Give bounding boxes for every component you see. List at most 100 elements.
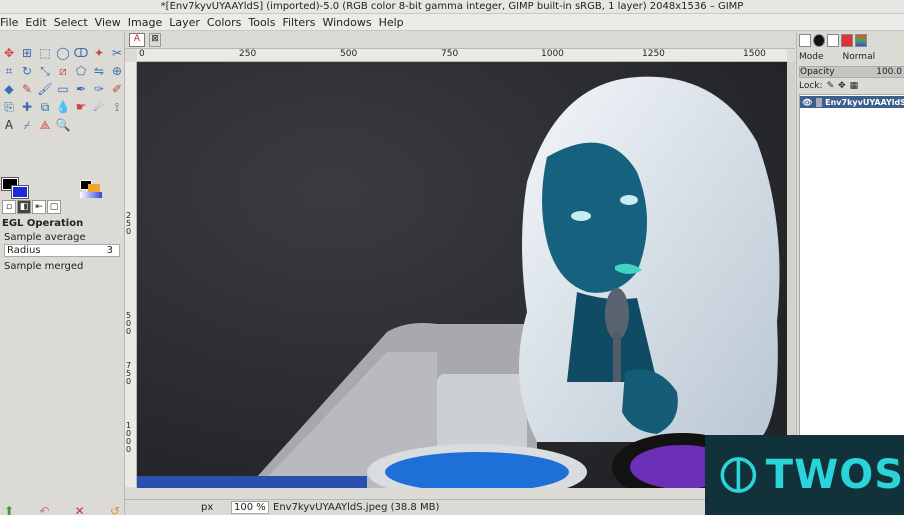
menu-view[interactable]: View [95, 16, 126, 29]
ruler-h-tick: 1500 [743, 49, 766, 59]
perspective-clone-icon[interactable]: ⧉ [36, 98, 54, 116]
lock-pixels-icon[interactable]: ✎ [827, 81, 835, 91]
menu-tools[interactable]: Tools [248, 16, 280, 29]
flip-icon[interactable]: ⇋ [90, 62, 108, 80]
zoom-selector[interactable]: 100 % [231, 501, 269, 514]
watermark-logo: TWOS [705, 435, 904, 515]
status-bar: px 100 % Env7kyvUYAAYldS.jpeg (38.8 MB) [125, 499, 705, 515]
ruler-h-tick: 250 [239, 49, 257, 59]
tool-options-tab-icon[interactable]: ▫ [2, 200, 16, 214]
dodge-burn-icon[interactable]: ☄ [90, 98, 108, 116]
images-tab-icon[interactable]: ▢ [47, 200, 61, 214]
lock-position-icon[interactable]: ✥ [838, 81, 846, 91]
scissors-icon[interactable]: ✂ [108, 44, 126, 62]
align-icon[interactable]: ⊞ [18, 44, 36, 62]
rect-select-icon[interactable]: ⬚ [36, 44, 54, 62]
brushes-tab-icon[interactable] [799, 34, 811, 47]
pencil-icon[interactable]: ✎ [18, 80, 36, 98]
menu-select[interactable]: Select [54, 16, 93, 29]
dock-tabs: ▫ ◧ ⇤ ▢ [2, 200, 61, 214]
visibility-eye-icon[interactable]: 👁 [802, 98, 812, 107]
menu-help[interactable]: Help [379, 16, 409, 29]
sample-merged-checkbox[interactable]: Sample merged [4, 261, 83, 272]
tool-grid: ✥ ⊞ ⬚ ◯ ↀ ✦ ✂ ⌗ ↻ ⤡ ⧄ ⬠ ⇋ ⊕ ◆ ✎ 🖌 ▭ ✒ ✑ ✐ ⎘ ✚ ⧉ 💧 ☛ ☄ ⟟ A ⌿ ⟁ 🔍 [0, 44, 124, 134]
ruler-h-tick: 1000 [541, 49, 564, 59]
bucket-fill-icon[interactable]: ◆ [0, 80, 18, 98]
ellipse-select-icon[interactable]: ◯ [54, 44, 72, 62]
watermark-text: TWOS [765, 452, 904, 498]
scale-icon[interactable]: ⤡ [36, 62, 54, 80]
ruler-h-tick: 750 [441, 49, 459, 59]
menu-image[interactable]: Image [128, 16, 167, 29]
blur-icon[interactable]: 💧 [54, 98, 72, 116]
ruler-h-tick: 0 [139, 49, 145, 59]
mypaint-brush-icon[interactable]: ✐ [108, 80, 126, 98]
free-select-icon[interactable]: ↀ [72, 44, 90, 62]
menu-file[interactable]: File [0, 16, 23, 29]
opacity-value: 100.0 [876, 67, 902, 77]
ruler-h-tick: 1250 [642, 49, 665, 59]
lock-label: Lock: [799, 81, 823, 91]
gradient-swatch[interactable] [80, 192, 102, 198]
radius-field[interactable]: Radius 3 [4, 244, 120, 257]
horizontal-ruler: 0 250 500 750 1000 1250 1500 [137, 49, 787, 62]
menu-edit[interactable]: Edit [25, 16, 51, 29]
fg-bg-colors[interactable] [1, 177, 36, 200]
eraser-icon[interactable]: ▭ [54, 80, 72, 98]
menu-bar: File Edit Select View Image Layer Colors… [0, 14, 904, 31]
perspective-icon[interactable]: ⬠ [72, 62, 90, 80]
shear-icon[interactable]: ⧄ [54, 62, 72, 80]
close-tab-icon[interactable]: ⊠ [149, 33, 161, 47]
ruler-h-tick: 500 [340, 49, 358, 59]
menu-layer[interactable]: Layer [169, 16, 205, 29]
rotate-icon[interactable]: ↻ [18, 62, 36, 80]
airbrush-icon[interactable]: ✒ [72, 80, 90, 98]
gradients-tab-icon[interactable] [855, 34, 867, 47]
window-title: *[Env7kyvUYAAYldS] (imported)-5.0 (RGB c… [0, 0, 904, 14]
ruler-v-tick: 500 [126, 311, 132, 336]
paintbrush-icon[interactable]: 🖌 [36, 80, 54, 98]
crop-icon[interactable]: ⌗ [0, 62, 18, 80]
ink-icon[interactable]: ✑ [90, 80, 108, 98]
zoom-icon[interactable]: 🔍 [54, 116, 72, 134]
text-icon[interactable]: A [0, 116, 18, 134]
file-info: Env7kyvUYAAYldS.jpeg (38.8 MB) [273, 502, 440, 513]
undo-history-tab-icon[interactable]: ⇤ [32, 200, 46, 214]
colors-tab-icon[interactable] [841, 34, 853, 47]
cage-icon[interactable]: ⊕ [108, 62, 126, 80]
mode-select[interactable]: Normal [840, 52, 879, 62]
layer-thumbnail [816, 97, 823, 107]
background-color-swatch[interactable] [11, 185, 29, 199]
move-icon[interactable]: ✥ [0, 44, 18, 62]
lock-alpha-icon[interactable]: ▦ [850, 81, 859, 91]
image-thumbnail-tab[interactable]: A [129, 33, 145, 47]
opacity-slider[interactable]: Opacity 100.0 [799, 66, 904, 78]
restore-options-icon[interactable]: ↶ [39, 504, 49, 515]
heal-icon[interactable]: ✚ [18, 98, 36, 116]
image-canvas[interactable] [137, 62, 787, 488]
layer-row[interactable]: 👁 Env7kyvUYAAYldS [800, 96, 904, 108]
color-picker-icon[interactable]: ⌿ [18, 116, 36, 134]
tool-options-title: EGL Operation [2, 218, 84, 229]
menu-colors[interactable]: Colors [207, 16, 246, 29]
smudge-icon[interactable]: ☛ [72, 98, 90, 116]
vertical-ruler: 250 500 750 1000 [125, 62, 137, 487]
mode-label: Mode [799, 52, 824, 62]
menu-filters[interactable]: Filters [282, 16, 320, 29]
unit-selector[interactable]: px [201, 502, 231, 513]
measure-icon[interactable]: ⟁ [36, 116, 54, 134]
patterns-tab-icon[interactable] [813, 34, 825, 47]
sample-average-toggle[interactable]: Sample average [4, 232, 86, 243]
mode-row: Mode Normal [799, 52, 878, 62]
path-icon[interactable]: ⟟ [108, 98, 126, 116]
palette-tab-icon[interactable] [827, 34, 839, 47]
vertical-scrollbar[interactable] [787, 62, 795, 488]
save-options-icon[interactable]: ⬆ [4, 504, 14, 515]
menu-windows[interactable]: Windows [322, 16, 376, 29]
fuzzy-select-icon[interactable]: ✦ [90, 44, 108, 62]
delete-options-icon[interactable]: ✕ [75, 504, 85, 515]
clone-icon[interactable]: ⎘ [0, 98, 18, 116]
device-status-tab-icon[interactable]: ◧ [17, 200, 31, 214]
reset-options-icon[interactable]: ↺ [110, 504, 120, 515]
layer-list[interactable]: 👁 Env7kyvUYAAYldS [799, 94, 904, 462]
